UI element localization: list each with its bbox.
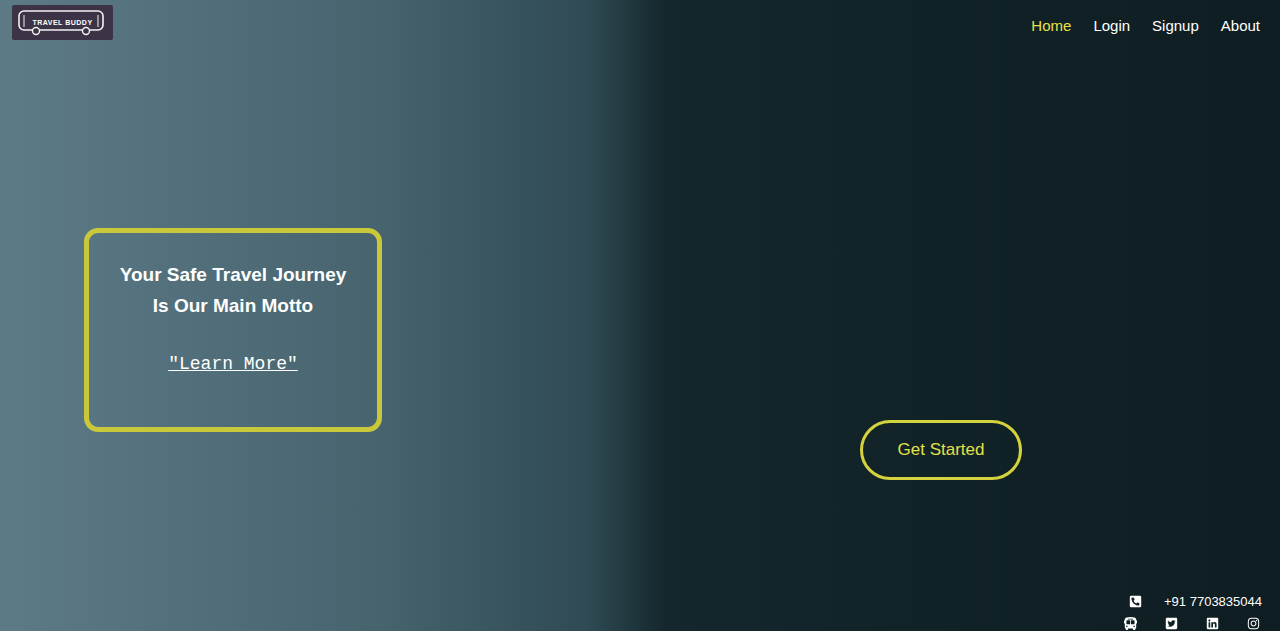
phone-number[interactable]: +91 7703835044 xyxy=(1164,592,1262,612)
phone-icon xyxy=(1129,595,1142,608)
logo-text: TRAVEL BUDDY xyxy=(32,19,92,26)
hero: Your Safe Travel JourneyIs Our Main Mott… xyxy=(0,48,1280,592)
motto-line: Is Our Main Motto xyxy=(153,290,313,321)
nav-link[interactable]: Home xyxy=(1031,15,1071,38)
nav-link[interactable]: Signup xyxy=(1152,15,1199,38)
learn-more-link[interactable]: "Learn More" xyxy=(168,351,298,378)
landing-page: TRAVEL BUDDY Home Login Signup About Your Saf… xyxy=(0,0,1280,631)
nav-link[interactable]: About xyxy=(1221,15,1260,38)
contact-bar: +91 7703835044 xyxy=(0,592,1280,631)
linkedin-icon[interactable] xyxy=(1206,617,1219,630)
logo[interactable]: TRAVEL BUDDY xyxy=(12,5,113,40)
nav-link[interactable]: Login xyxy=(1093,15,1130,38)
twitter-icon[interactable] xyxy=(1165,617,1178,630)
nav-menu: Home Login Signup About xyxy=(1031,5,1260,38)
navbar: TRAVEL BUDDY Home Login Signup About xyxy=(0,0,1280,48)
bus-icon[interactable] xyxy=(1124,617,1137,630)
get-started-button[interactable]: Get Started xyxy=(860,420,1022,480)
social-icons xyxy=(1124,617,1262,630)
motto-card: Your Safe Travel JourneyIs Our Main Mott… xyxy=(84,228,382,432)
phone-row: +91 7703835044 xyxy=(1129,592,1262,612)
instagram-icon[interactable] xyxy=(1247,617,1260,630)
motto-line: Your Safe Travel Journey xyxy=(120,259,347,290)
